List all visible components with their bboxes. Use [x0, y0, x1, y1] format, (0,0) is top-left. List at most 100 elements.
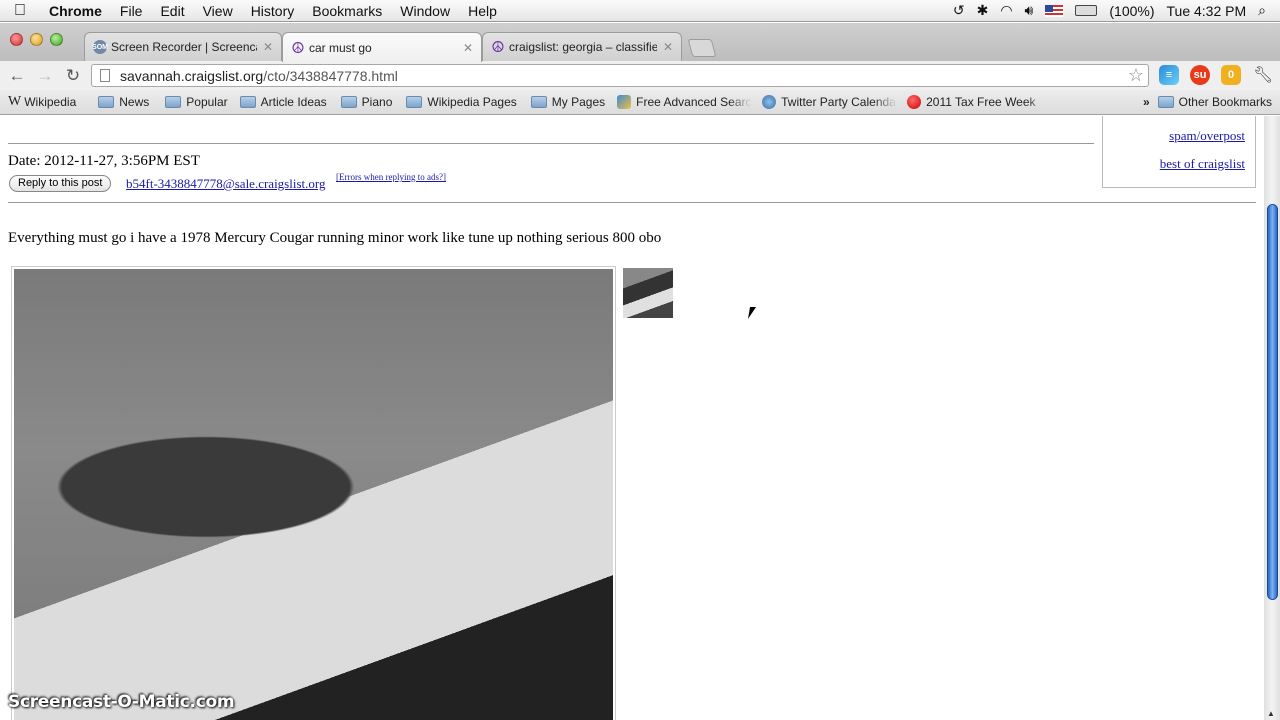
bookmark-label: Twitter Party Calendar — [781, 95, 898, 109]
volume-icon[interactable]: 🔊︎ — [1025, 2, 1034, 19]
divider — [8, 143, 1094, 144]
som-icon: SOM — [92, 40, 108, 54]
battery-percentage: (100%) — [1109, 2, 1155, 19]
url-host: savannah.craigslist.org — [120, 67, 264, 84]
web-page: prohibited spam/overpost best of craigsl… — [0, 116, 1264, 720]
zoom-window-button[interactable] — [50, 33, 63, 46]
bookmark-star-icon[interactable]: ☆ — [1128, 65, 1144, 86]
folder-icon — [239, 96, 256, 108]
red-ball-icon — [907, 95, 922, 109]
bookmark-2011-tax-free-week[interactable]: 2011 Tax Free Week — [907, 95, 1056, 109]
post-date: Date: 2012-11-27, 3:56PM EST — [8, 153, 200, 169]
peace-icon: ☮ — [491, 39, 505, 56]
menu-view[interactable]: View — [194, 3, 242, 19]
bookmark-label: Other Bookmarks — [1178, 95, 1272, 109]
flag-spam-link[interactable]: spam/overpost — [1169, 128, 1245, 144]
folder-icon — [530, 96, 547, 108]
page-icon — [100, 69, 110, 82]
apple-menu-icon[interactable]:  — [0, 2, 40, 20]
folder-icon — [340, 96, 357, 108]
errors-replying-link[interactable]: [Errors when replying to ads?] — [336, 172, 446, 182]
close-tab-icon[interactable]: ✕ — [263, 40, 273, 54]
folder-icon — [98, 96, 115, 108]
tab-title: car must go — [309, 40, 372, 55]
menu-bookmarks[interactable]: Bookmarks — [303, 3, 391, 19]
forward-button[interactable]: → — [31, 66, 59, 86]
menu-app-chrome[interactable]: Chrome — [40, 3, 111, 19]
tab-screen-recorder[interactable]: SOM Screen Recorder | Screencast ✕ — [84, 32, 282, 61]
screencast-watermark: Screencast-O-Matic.com — [8, 692, 235, 712]
folder-icon — [1157, 96, 1174, 108]
bookmark-news[interactable]: News — [98, 95, 155, 109]
scroll-up-arrow-icon[interactable]: ▲ — [1267, 709, 1275, 718]
wifi-icon[interactable]: ◠ — [1000, 2, 1012, 19]
tab-car-must-go[interactable]: ☮ car must go ✕ — [282, 32, 482, 62]
post-body: Everything must go i have a 1978 Mercury… — [8, 230, 662, 246]
close-window-button[interactable] — [10, 33, 23, 46]
bookmark-twitter-party-calendar[interactable]: Twitter Party Calendar — [762, 95, 903, 109]
bookmark-my-pages[interactable]: My Pages — [530, 95, 611, 109]
more-bookmarks-chevron-icon[interactable]: » — [1143, 95, 1150, 109]
folder-icon — [165, 96, 182, 108]
bookmark-piano[interactable]: Piano — [340, 95, 399, 109]
bookmark-other-bookmarks[interactable]: Other Bookmarks — [1157, 95, 1278, 109]
reload-button[interactable]: ↻ — [59, 66, 87, 86]
tab-craigslist-georgia[interactable]: ☮ craigslist: georgia – classifieds ✕ — [482, 32, 682, 61]
wikipedia-icon: W — [8, 94, 22, 109]
bookmark-article-ideas[interactable]: Article Ideas — [239, 95, 333, 109]
bookmark-wikipedia[interactable]: W Wikipedia — [8, 94, 82, 110]
spotlight-search-icon[interactable]: ⌕ — [1258, 2, 1266, 19]
bookmark-label: News — [119, 95, 150, 109]
battery-icon[interactable] — [1075, 5, 1098, 16]
vertical-scrollbar[interactable]: ▲ — [1264, 116, 1280, 720]
menu-edit[interactable]: Edit — [151, 3, 193, 19]
bookmark-popular[interactable]: Popular — [165, 95, 233, 109]
us-flag-input-icon[interactable] — [1045, 4, 1064, 17]
peace-icon: ☮ — [291, 39, 305, 57]
search-site-icon — [617, 95, 632, 109]
browser-toolbar: ← → ↻ savannah.craigslist.org/cto/343884… — [0, 61, 1280, 90]
address-bar[interactable]: savannah.craigslist.org/cto/3438847778.h… — [91, 64, 1149, 87]
twitter-party-icon — [762, 95, 777, 109]
car-photo-image — [14, 269, 613, 720]
time-machine-icon[interactable]: ↺ — [953, 2, 965, 19]
bookmark-wikipedia-pages[interactable]: Wikipedia Pages — [406, 95, 522, 109]
window-controls — [10, 33, 63, 46]
bookmark-label: Wikipedia Pages — [427, 95, 517, 109]
tab-strip: SOM Screen Recorder | Screencast ✕ ☮ car… — [0, 23, 1280, 62]
bookmark-label: Article Ideas — [260, 95, 327, 109]
bookmark-free-advanced-search[interactable]: Free Advanced Search — [617, 95, 758, 109]
extension-icon[interactable]: ≡ — [1159, 65, 1179, 85]
car-photo-thumbnail[interactable] — [623, 268, 673, 318]
main-car-photo[interactable] — [11, 266, 616, 720]
scrollbar-thumb[interactable] — [1267, 204, 1278, 600]
menu-file[interactable]: File — [111, 3, 152, 19]
menu-history[interactable]: History — [242, 3, 304, 19]
stumbleupon-icon[interactable]: su — [1190, 65, 1210, 85]
bookmark-label: Popular — [186, 95, 228, 109]
bookmarks-bar: W Wikipedia News Popular Article Ideas P… — [0, 90, 1280, 115]
bluetooth-icon[interactable]: ✱ — [977, 2, 989, 19]
clock[interactable]: Tue 4:32 PM — [1167, 3, 1247, 19]
divider — [8, 202, 1256, 203]
mac-menu-bar:  Chrome File Edit View History Bookmark… — [0, 0, 1280, 22]
reply-email-link[interactable]: b54ft-3438847778@sale.craigslist.org — [126, 176, 325, 192]
minimize-window-button[interactable] — [30, 33, 43, 46]
back-button[interactable]: ← — [3, 66, 31, 86]
bookmark-label: Piano — [361, 95, 393, 109]
extension-badge-icon[interactable]: 0 — [1221, 65, 1241, 85]
flag-best-of-link[interactable]: best of craigslist — [1160, 156, 1245, 172]
bookmark-label: My Pages — [551, 95, 606, 109]
tab-title: craigslist: georgia – classifieds — [509, 40, 657, 54]
folder-icon — [406, 96, 423, 108]
reply-to-post-button[interactable]: Reply to this post — [9, 175, 112, 192]
close-tab-icon[interactable]: ✕ — [463, 41, 473, 55]
new-tab-button[interactable] — [687, 39, 717, 57]
mouse-cursor-icon — [747, 307, 757, 319]
wrench-menu-icon[interactable]: 🔧︎ — [1253, 65, 1273, 85]
menu-window[interactable]: Window — [391, 3, 459, 19]
menu-help[interactable]: Help — [459, 3, 506, 19]
close-tab-icon[interactable]: ✕ — [663, 40, 673, 54]
url-path: /cto/3438847778.html — [263, 67, 398, 84]
bookmark-label: Wikipedia — [24, 95, 77, 109]
